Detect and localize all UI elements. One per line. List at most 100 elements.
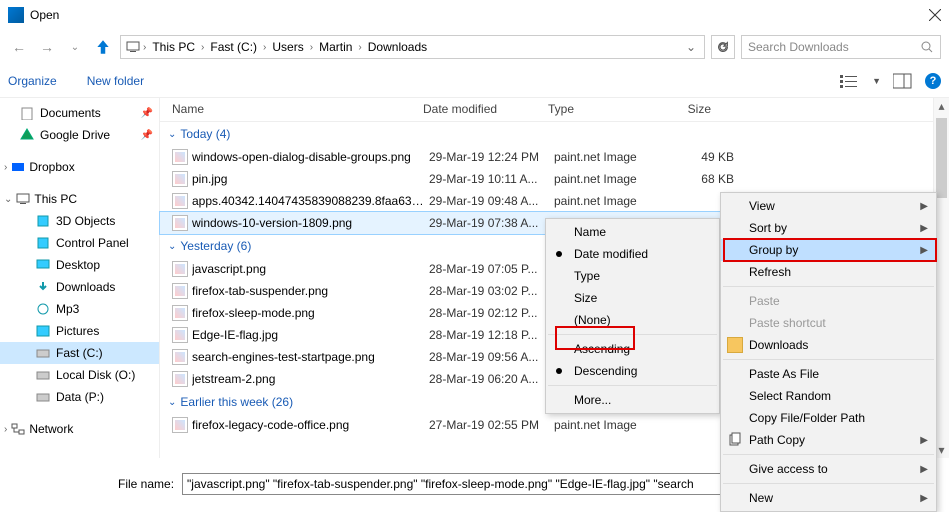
search-input[interactable]: Search Downloads xyxy=(741,35,941,59)
image-file-icon xyxy=(172,283,188,299)
tree-pictures[interactable]: Pictures xyxy=(0,320,159,342)
tree-network[interactable]: › Network xyxy=(0,418,159,440)
file-name: windows-open-dialog-disable-groups.png xyxy=(192,150,429,164)
bc-fast[interactable]: Fast (C:) xyxy=(206,40,261,54)
folder-icon xyxy=(727,337,743,353)
groupby-submenu: Name Date modified Type Size (None) Asce… xyxy=(545,218,720,414)
col-name[interactable]: Name xyxy=(160,98,415,121)
image-file-icon xyxy=(172,327,188,343)
menu-groupby-name[interactable]: Name xyxy=(546,221,719,243)
file-name: pin.jpg xyxy=(192,172,429,186)
menu-descending[interactable]: Descending xyxy=(546,360,719,382)
refresh-button[interactable] xyxy=(711,35,735,59)
col-type[interactable]: Type xyxy=(540,98,660,121)
breadcrumb[interactable]: › This PC› Fast (C:)› Users› Martin› Dow… xyxy=(120,35,705,59)
bc-users[interactable]: Users xyxy=(268,40,307,54)
search-placeholder: Search Downloads xyxy=(748,40,920,54)
file-row[interactable]: windows-open-dialog-disable-groups.png29… xyxy=(160,146,949,168)
menu-pathcopy[interactable]: Path Copy▶ xyxy=(721,429,936,451)
breadcrumb-dropdown[interactable]: ⌄ xyxy=(682,40,700,54)
tree-thispc[interactable]: ⌄ This PC xyxy=(0,188,159,210)
newfolder-button[interactable]: New folder xyxy=(87,74,144,88)
image-file-icon xyxy=(172,305,188,321)
group-today[interactable]: ⌄Today (4) xyxy=(160,122,949,146)
organize-button[interactable]: Organize xyxy=(8,74,57,88)
tree-controlpanel[interactable]: Control Panel xyxy=(0,232,159,254)
menu-pasteasfile[interactable]: Paste As File xyxy=(721,363,936,385)
col-size[interactable]: Size xyxy=(660,98,720,121)
nav-tree: Documents📌 Google Drive📌 › Dropbox ⌄ Thi… xyxy=(0,98,160,458)
menu-view[interactable]: View▶ xyxy=(721,195,936,217)
file-size: 49 KB xyxy=(674,150,734,164)
copy-icon xyxy=(727,432,743,448)
file-name: javascript.png xyxy=(192,262,429,276)
file-name: search-engines-test-startpage.png xyxy=(192,350,429,364)
view-dropdown-icon[interactable]: ▼ xyxy=(872,76,881,86)
view-details-icon[interactable] xyxy=(840,73,860,89)
scroll-thumb[interactable] xyxy=(936,118,947,198)
recent-dropdown[interactable]: ⌄ xyxy=(64,36,86,58)
file-name: firefox-tab-suspender.png xyxy=(192,284,429,298)
bc-thispc[interactable]: This PC xyxy=(148,40,199,54)
up-button[interactable] xyxy=(92,36,114,58)
file-name: apps.40342.14047435839088239.8faa635f-..… xyxy=(192,194,429,208)
file-date: 28-Mar-19 03:02 P... xyxy=(429,284,554,298)
forward-button[interactable]: → xyxy=(36,36,58,58)
menu-groupby-date[interactable]: Date modified xyxy=(546,243,719,265)
menu-giveaccess[interactable]: Give access to▶ xyxy=(721,458,936,480)
file-date: 28-Mar-19 07:05 P... xyxy=(429,262,554,276)
help-icon[interactable]: ? xyxy=(925,73,941,89)
app-icon xyxy=(8,7,24,23)
preview-pane-icon[interactable] xyxy=(893,73,913,89)
search-icon xyxy=(920,40,934,54)
menu-groupby-size[interactable]: Size xyxy=(546,287,719,309)
file-name: firefox-legacy-code-office.png xyxy=(192,418,429,432)
pin-icon: 📌 xyxy=(141,130,153,141)
back-button[interactable]: ← xyxy=(8,36,30,58)
file-size: 68 KB xyxy=(674,172,734,186)
bc-martin[interactable]: Martin xyxy=(315,40,356,54)
menu-selectrandom[interactable]: Select Random xyxy=(721,385,936,407)
pc-icon xyxy=(125,39,141,55)
file-date: 29-Mar-19 09:48 A... xyxy=(429,194,554,208)
menu-pasteshortcut: Paste shortcut xyxy=(721,312,936,334)
tree-localdisk[interactable]: Local Disk (O:) xyxy=(0,364,159,386)
tree-documents[interactable]: Documents📌 xyxy=(0,102,159,124)
tree-dropbox[interactable]: › Dropbox xyxy=(0,156,159,178)
menu-groupby-type[interactable]: Type xyxy=(546,265,719,287)
menu-new[interactable]: New▶ xyxy=(721,487,936,509)
bc-downloads[interactable]: Downloads xyxy=(364,40,431,54)
tree-mp3[interactable]: Mp3 xyxy=(0,298,159,320)
tree-desktop[interactable]: Desktop xyxy=(0,254,159,276)
file-type: paint.net Image xyxy=(554,172,674,186)
file-date: 28-Mar-19 12:18 P... xyxy=(429,328,554,342)
tree-3dobjects[interactable]: 3D Objects xyxy=(0,210,159,232)
col-date[interactable]: Date modified xyxy=(415,98,540,121)
menu-ascending[interactable]: Ascending xyxy=(546,338,719,360)
image-file-icon xyxy=(172,149,188,165)
menu-sortby[interactable]: Sort by▶ xyxy=(721,217,936,239)
file-date: 28-Mar-19 06:20 A... xyxy=(429,372,554,386)
file-date: 29-Mar-19 12:24 PM xyxy=(429,150,554,164)
tree-googledrive[interactable]: Google Drive📌 xyxy=(0,124,159,146)
image-file-icon xyxy=(172,417,188,433)
menu-more[interactable]: More... xyxy=(546,389,719,411)
menu-groupby[interactable]: Group by▶ xyxy=(721,239,936,261)
tree-downloads[interactable]: Downloads xyxy=(0,276,159,298)
image-file-icon xyxy=(172,371,188,387)
file-name: Edge-IE-flag.jpg xyxy=(192,328,429,342)
menu-groupby-none[interactable]: (None) xyxy=(546,309,719,331)
scroll-up-icon[interactable]: ▴ xyxy=(934,98,949,114)
menu-refresh[interactable]: Refresh xyxy=(721,261,936,283)
file-date: 29-Mar-19 07:38 A... xyxy=(429,216,554,230)
image-file-icon xyxy=(172,215,188,231)
file-row[interactable]: pin.jpg29-Mar-19 10:11 A...paint.net Ima… xyxy=(160,168,949,190)
column-headers: Name Date modified Type Size xyxy=(160,98,949,122)
menu-downloads[interactable]: Downloads xyxy=(721,334,936,356)
tree-fastc[interactable]: Fast (C:) xyxy=(0,342,159,364)
menu-copypath[interactable]: Copy File/Folder Path xyxy=(721,407,936,429)
close-icon[interactable] xyxy=(929,9,941,21)
file-name: firefox-sleep-mode.png xyxy=(192,306,429,320)
titlebar: Open xyxy=(0,0,949,30)
tree-datap[interactable]: Data (P:) xyxy=(0,386,159,408)
